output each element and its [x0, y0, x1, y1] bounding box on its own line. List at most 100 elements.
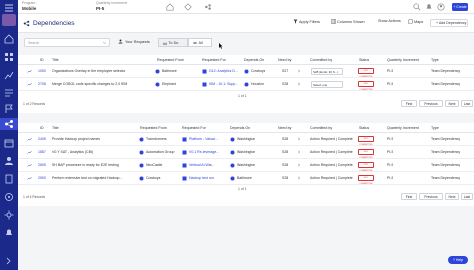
row-committed-by[interactable]: Action Required | Complete: [310, 176, 356, 180]
help-button[interactable]: ? Help: [448, 256, 468, 264]
tab-all[interactable]: All: [188, 38, 212, 47]
row-id[interactable]: 1887: [38, 150, 46, 154]
row-requested-for[interactable]: V0.1 Re-leverage...: [189, 150, 227, 154]
col-depends-on[interactable]: Depends On: [244, 58, 264, 62]
program-avatar[interactable]: [2, 14, 16, 26]
flow-icon[interactable]: [184, 3, 192, 11]
col-id[interactable]: ID: [40, 58, 44, 62]
home-icon[interactable]: [4, 34, 14, 44]
collapse-icon[interactable]: [4, 256, 14, 266]
link-icon[interactable]: [27, 137, 32, 142]
row-title[interactable]: Organizations Overlay in the employee se…: [52, 69, 152, 73]
share-icon[interactable]: [204, 3, 212, 11]
row-depends-on[interactable]: Washington: [237, 163, 255, 167]
user-icon[interactable]: [437, 3, 445, 11]
col-requested-from[interactable]: Requested From: [157, 58, 184, 62]
chevron-right-icon[interactable]: [297, 82, 301, 86]
table-row[interactable]: 1050 Organizations Overlay in the employ…: [18, 65, 474, 78]
grid-icon[interactable]: [4, 52, 14, 62]
col-committed-by[interactable]: Committed by: [310, 126, 332, 130]
table-row[interactable]: 2605 SH BAP procedure is ready for E2E t…: [18, 159, 474, 172]
col-committed-by[interactable]: Committed by: [310, 58, 332, 62]
col-quarterly-increment[interactable]: Quarterly Increment: [387, 126, 419, 130]
row-requested-for[interactable]: Platform - Valuat...: [189, 137, 227, 141]
last-page-button[interactable]: Last: [461, 193, 473, 200]
chevron-right-icon[interactable]: [297, 150, 301, 154]
row-requested-from[interactable]: Cowboys: [146, 176, 180, 180]
search-icon[interactable]: [413, 3, 421, 11]
row-requested-from[interactable]: NeoCastle: [146, 163, 180, 167]
table-row[interactable]: 1887 V0.Y SAT - Analytics (CIB) Automati…: [18, 146, 474, 159]
link-icon[interactable]: [27, 69, 32, 74]
row-depends-on[interactable]: Baltimore: [237, 176, 252, 180]
row-requested-for[interactable]: ISM - 10.1: Supp...: [209, 82, 242, 86]
row-title[interactable]: Merge COBOL code specific changes to 2.0…: [52, 82, 152, 86]
home-icon[interactable]: [166, 3, 174, 11]
row-title[interactable]: Provide Hadoop project names: [52, 137, 137, 141]
committed-by-select[interactable]: Select one: [311, 81, 343, 88]
link-icon[interactable]: [27, 176, 32, 181]
bell-icon[interactable]: [4, 228, 14, 238]
row-id[interactable]: 1050: [38, 69, 46, 73]
row-requested-from[interactable]: Baltimore: [162, 69, 198, 73]
next-page-button[interactable]: Next: [445, 193, 459, 200]
link-icon[interactable]: [27, 82, 32, 87]
chevron-right-icon[interactable]: [297, 69, 301, 73]
notification-icon[interactable]: [425, 3, 433, 11]
program-selector[interactable]: Mobile: [22, 6, 36, 11]
committed-by-select[interactable]: S28 (Ends: 30 S...): [311, 68, 343, 75]
chevron-right-icon[interactable]: [297, 176, 301, 180]
row-id[interactable]: 2605: [38, 163, 46, 167]
next-page-button[interactable]: Next: [445, 100, 459, 107]
chevron-right-icon[interactable]: [297, 163, 301, 167]
people-icon[interactable]: [4, 156, 14, 166]
col-need-by[interactable]: Need by: [278, 58, 291, 62]
first-page-button[interactable]: First: [401, 193, 417, 200]
search-input[interactable]: Search: [24, 38, 110, 47]
maps-button[interactable]: Maps: [408, 19, 423, 24]
columns-shown-button[interactable]: Columns Shown: [331, 19, 365, 24]
col-need-by[interactable]: Need by: [278, 126, 291, 130]
settings-icon[interactable]: [4, 210, 14, 220]
row-title[interactable]: SH BAP procedure is ready for E2E testin…: [52, 163, 137, 167]
show-actions-button[interactable]: Show Actions: [378, 19, 401, 23]
last-page-button[interactable]: Last: [461, 100, 473, 107]
row-depends-on[interactable]: Cowboys: [251, 69, 265, 73]
menu-icon[interactable]: [4, 3, 14, 13]
flag-icon[interactable]: [4, 104, 14, 114]
target-icon[interactable]: [4, 192, 14, 202]
previous-page-button[interactable]: Previous: [419, 193, 443, 200]
table-row[interactable]: 2708 Merge COBOL code specific changes t…: [18, 78, 474, 91]
table-row[interactable]: 2405 Provide Hadoop project names Transf…: [18, 133, 474, 146]
col-title[interactable]: Title: [52, 58, 59, 62]
create-button[interactable]: + Create: [452, 3, 468, 11]
increment-selector[interactable]: PI-5: [96, 6, 104, 11]
row-title[interactable]: V0.Y SAT - Analytics (CIB): [52, 150, 137, 154]
doc-icon[interactable]: [4, 174, 14, 184]
col-requested-for[interactable]: Requested For: [182, 126, 206, 130]
row-id[interactable]: 2708: [38, 82, 46, 86]
row-requested-for[interactable]: G12: Analytics D...: [209, 69, 242, 73]
col-status[interactable]: Status: [359, 58, 369, 62]
tab-to-do[interactable]: To Do: [158, 38, 188, 47]
row-requested-for[interactable]: Vertical AI Wal...: [189, 163, 227, 167]
sidebar-item-dependencies[interactable]: [0, 118, 18, 130]
col-depends-on[interactable]: Depends On: [230, 126, 250, 130]
row-requested-for[interactable]: Hadoop test run: [189, 176, 227, 180]
row-committed-by[interactable]: Action Required | Complete: [310, 163, 356, 167]
col-requested-from[interactable]: Requested From: [140, 126, 167, 130]
your-requests-button[interactable]: Your Requests: [118, 39, 150, 44]
link-icon[interactable]: [27, 150, 32, 155]
col-id[interactable]: ID: [40, 126, 44, 130]
add-dependency-button[interactable]: + Add Dependency: [430, 19, 468, 27]
row-title[interactable]: Perform extensive test on migrated Hadoo…: [52, 176, 137, 180]
row-committed-by[interactable]: Action Required | Complete: [310, 150, 356, 154]
chevron-down-icon[interactable]: [102, 40, 107, 45]
col-type[interactable]: Type: [431, 58, 439, 62]
link-icon[interactable]: [27, 163, 32, 168]
row-requested-from[interactable]: Automation Group: [146, 150, 180, 154]
apply-filters-button[interactable]: Apply Filters: [293, 19, 320, 24]
row-id[interactable]: 2590: [38, 176, 46, 180]
chart-icon[interactable]: [4, 70, 14, 80]
row-depends-on[interactable]: Washington: [237, 150, 255, 154]
